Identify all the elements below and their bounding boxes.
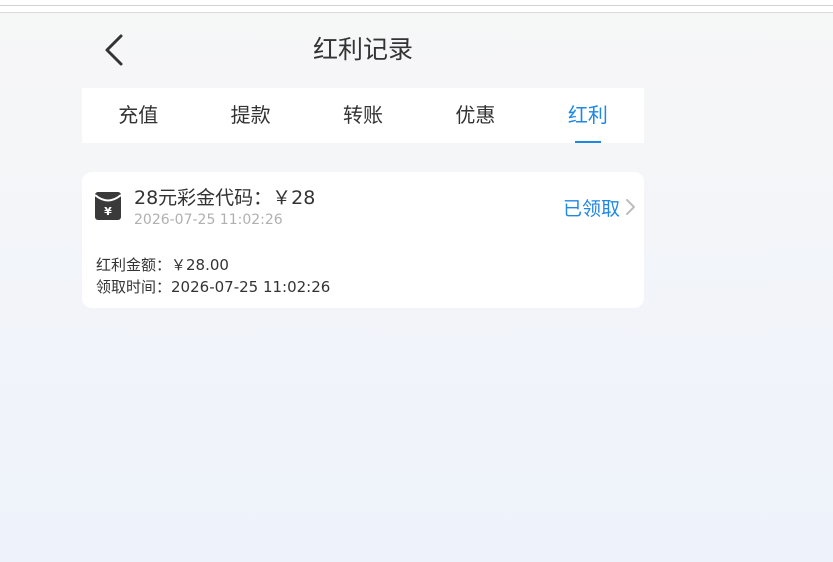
claim-time-row: 领取时间：2026-07-25 11:02:26 bbox=[96, 276, 330, 297]
record-time: 2026-07-25 11:02:26 bbox=[134, 212, 283, 228]
bonus-amount-row: 红利金额：￥28.00 bbox=[96, 254, 229, 275]
page-header: 红利记录 bbox=[82, 12, 644, 88]
page-title: 红利记录 bbox=[312, 35, 413, 64]
claim-time-value: 2026-07-25 11:02:26 bbox=[171, 278, 331, 296]
status-badge: 已领取 bbox=[562, 197, 620, 220]
chevron-left-icon bbox=[105, 34, 123, 66]
chevron-right-icon bbox=[626, 199, 635, 215]
svg-text:¥: ¥ bbox=[104, 205, 112, 218]
tab-promotion[interactable]: 优惠 bbox=[419, 88, 531, 143]
bonus-amount-label: 红利金额： bbox=[96, 256, 172, 274]
claim-time-label: 领取时间： bbox=[96, 278, 172, 296]
back-button[interactable] bbox=[96, 30, 132, 70]
record-title: 28元彩金代码：￥28 bbox=[134, 187, 316, 209]
tab-transfer[interactable]: 转账 bbox=[307, 88, 419, 143]
bonus-amount-value: ￥28.00 bbox=[171, 256, 229, 274]
record-tabs: 充值 提款 转账 优惠 红利 bbox=[82, 88, 644, 143]
status-link[interactable]: 已领取 bbox=[563, 194, 636, 220]
bonus-record-card: ¥ 28元彩金代码：￥28 2026-07-25 11:02:26 已领取 红利… bbox=[82, 172, 644, 308]
tab-withdraw[interactable]: 提款 bbox=[194, 88, 306, 143]
red-envelope-icon: ¥ bbox=[95, 192, 121, 220]
tab-bonus[interactable]: 红利 bbox=[532, 88, 644, 143]
tab-recharge[interactable]: 充值 bbox=[82, 88, 194, 143]
